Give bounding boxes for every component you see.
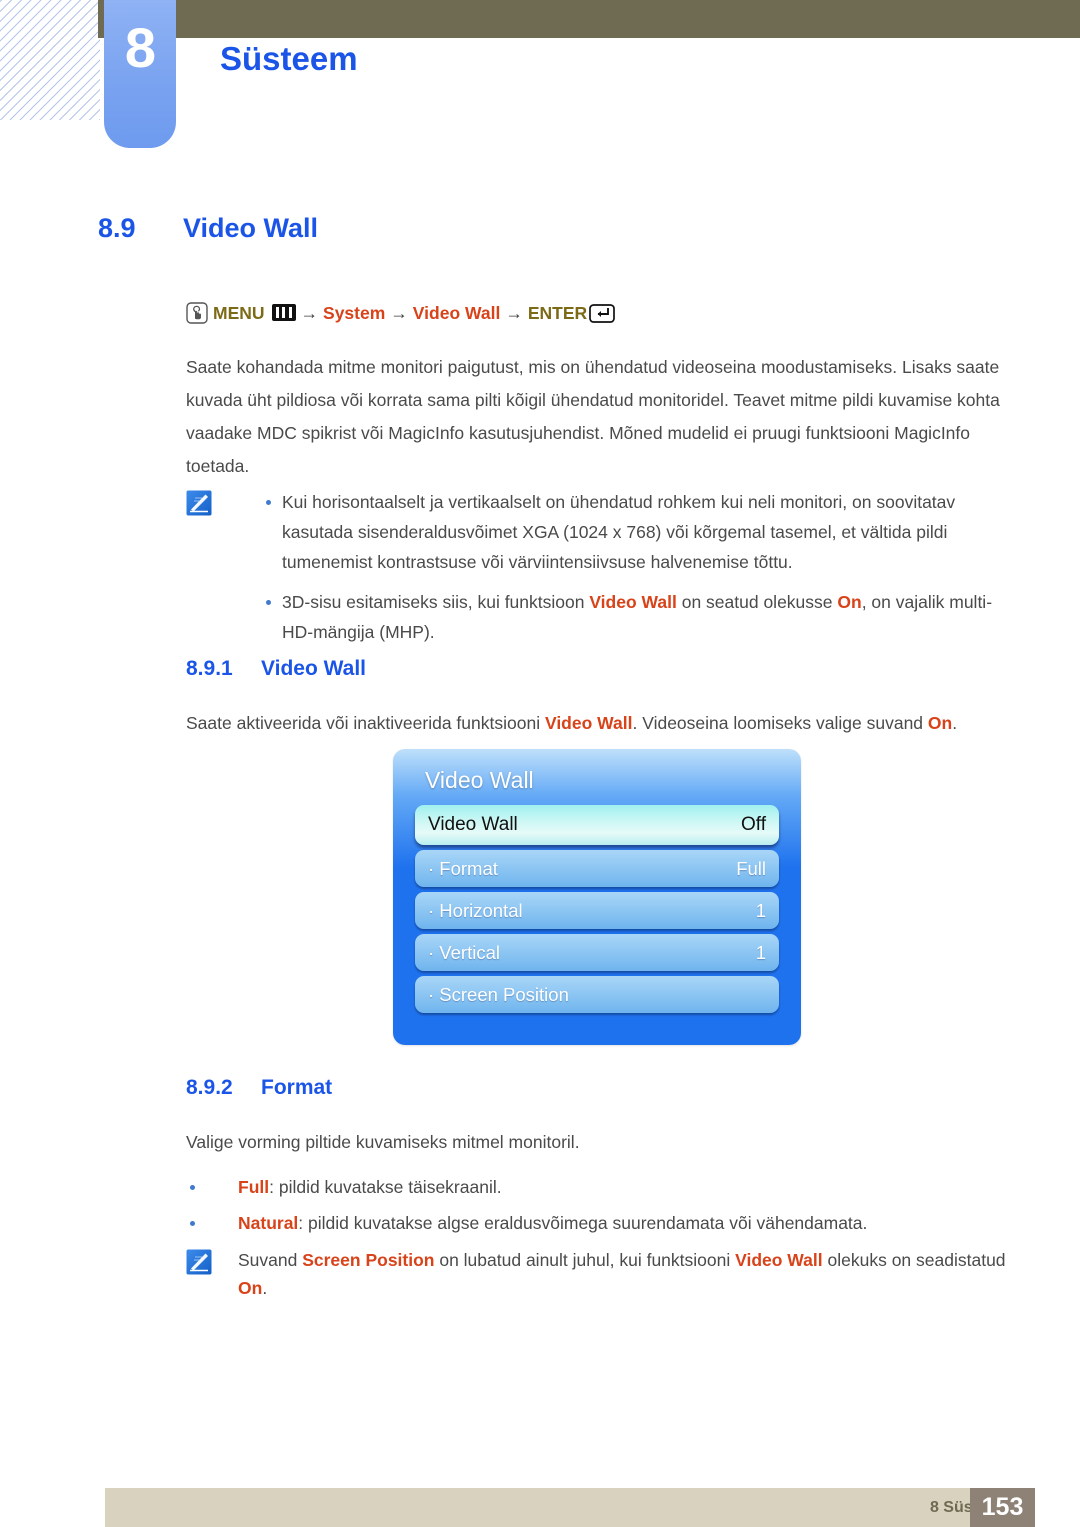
intro-paragraph: Saate kohandada mitme monitori paigutust… <box>186 357 1000 476</box>
osd-row-value: 1 <box>755 941 766 963</box>
note-item: 3D-sisu esitamiseks siis, kui funktsioon… <box>186 587 1008 647</box>
note-pen-icon <box>186 1249 216 1275</box>
section-number: 8.9 <box>98 213 136 243</box>
osd-row-label: · Format <box>428 857 498 879</box>
note-highlight: Video Wall <box>589 592 677 612</box>
hatch-decoration <box>0 0 100 120</box>
osd-row-label: · Screen Position <box>428 983 569 1005</box>
para-highlight: On <box>927 713 953 733</box>
osd-row-value: Off <box>741 814 766 835</box>
menu-label: MENU <box>213 303 265 323</box>
page-number-box: 153 <box>970 1488 1035 1527</box>
note-text: Suvand <box>238 1250 303 1270</box>
osd-row-video-wall[interactable]: Video Wall Off <box>415 805 779 845</box>
subsection-892-paragraph: Valige vorming piltide kuvamiseks mitmel… <box>186 1132 580 1152</box>
note-text: olekuks on seadistatud <box>822 1250 1006 1270</box>
osd-video-wall-menu: Video Wall Video Wall Off · Format Full … <box>393 749 801 1045</box>
bullet-desc: : pildid kuvatakse algse eraldusvõimega … <box>298 1213 868 1233</box>
osd-row-label: Video Wall <box>428 814 518 835</box>
menu-bars-icon <box>271 304 296 321</box>
para-highlight: Video Wall <box>544 713 633 733</box>
note-text: on seatud olekusse <box>676 592 838 612</box>
chapter-number: 8 <box>124 16 156 79</box>
para-text: Saate aktiveerida või inaktiveerida funk… <box>186 713 545 733</box>
note-highlight: On <box>837 592 862 612</box>
subsection-heading-891: 8.9.1 Video Wall <box>186 657 366 681</box>
bullet-desc: : pildid kuvatakse täisekraanil. <box>269 1177 502 1197</box>
section-title: Video Wall <box>183 213 319 243</box>
note-highlight: On <box>238 1278 263 1298</box>
header-banner <box>98 0 1080 38</box>
note-text: . <box>262 1278 268 1298</box>
osd-row-vertical[interactable]: · Vertical 1 <box>415 934 779 971</box>
note-block-1: Kui horisontaalselt ja vertikaalselt on … <box>186 487 1008 657</box>
bullet-dot <box>266 500 271 505</box>
osd-row-format[interactable]: · Format Full <box>415 850 779 887</box>
subsection-heading-892: 8.9.2 Format <box>186 1076 332 1100</box>
para-text: . <box>952 713 958 733</box>
bullet-term: Full <box>238 1177 270 1197</box>
list-item: Natural: pildid kuvatakse algse eraldusv… <box>186 1205 1008 1241</box>
bullet-dot <box>190 1185 195 1190</box>
note-block-2: Suvand Screen Position on lubatud ainult… <box>186 1246 1008 1302</box>
osd-row-value: Full <box>736 857 766 879</box>
enter-label: ENTER <box>527 303 588 323</box>
menu-path: MENU → System → Video Wall → ENTER <box>186 300 615 326</box>
subsection-number: 8.9.2 <box>186 1076 233 1099</box>
note-text: on lubatud ainult juhul, kui funktsiooni <box>434 1250 736 1270</box>
section-heading: 8.9 Video Wall <box>98 213 318 244</box>
chapter-tab: 8 <box>104 0 176 148</box>
menu-step-system: System <box>323 303 386 323</box>
osd-row-list: Video Wall Off · Format Full · Horizonta… <box>415 805 779 1018</box>
para-text: . Videoseina loomiseks valige suvand <box>632 713 928 733</box>
subsection-title: Video Wall <box>261 657 367 680</box>
subsection-title: Format <box>261 1076 333 1099</box>
arrow-2: → <box>390 303 408 323</box>
note-item: Kui horisontaalselt ja vertikaalselt on … <box>186 487 1008 577</box>
note-highlight: Screen Position <box>302 1250 435 1270</box>
menu-step-video-wall: Video Wall <box>412 303 501 323</box>
subsection-number: 8.9.1 <box>186 657 233 680</box>
arrow-3: → <box>505 303 523 323</box>
note-text: 3D-sisu esitamiseks siis, kui funktsioon <box>282 592 590 612</box>
osd-row-screen-position[interactable]: · Screen Position <box>415 976 779 1013</box>
note-list-1: Kui horisontaalselt ja vertikaalselt on … <box>186 487 1008 647</box>
osd-row-horizontal[interactable]: · Horizontal 1 <box>415 892 779 929</box>
arrow-1: → <box>300 303 319 323</box>
format-bullet-list: Full: pildid kuvatakse täisekraanil. Nat… <box>186 1169 1008 1241</box>
osd-title: Video Wall <box>425 767 534 793</box>
bullet-dot <box>266 600 271 605</box>
osd-row-label: · Vertical <box>428 941 500 963</box>
note-text-2: Suvand Screen Position on lubatud ainult… <box>186 1246 1008 1302</box>
bullet-dot <box>190 1221 195 1226</box>
note-text: Kui horisontaalselt ja vertikaalselt on … <box>282 492 956 572</box>
osd-row-value: 1 <box>755 899 766 921</box>
note-highlight: Video Wall <box>735 1250 823 1270</box>
footer-bar <box>105 1488 1035 1527</box>
osd-row-label: · Horizontal <box>428 899 523 921</box>
bullet-term: Natural <box>238 1213 299 1233</box>
list-item: Full: pildid kuvatakse täisekraanil. <box>186 1169 1008 1205</box>
subsection-891-paragraph: Saate aktiveerida või inaktiveerida funk… <box>186 707 1008 740</box>
chapter-title: Süsteem <box>220 40 358 77</box>
hand-pointer-icon <box>186 302 208 324</box>
enter-key-icon <box>589 304 615 323</box>
